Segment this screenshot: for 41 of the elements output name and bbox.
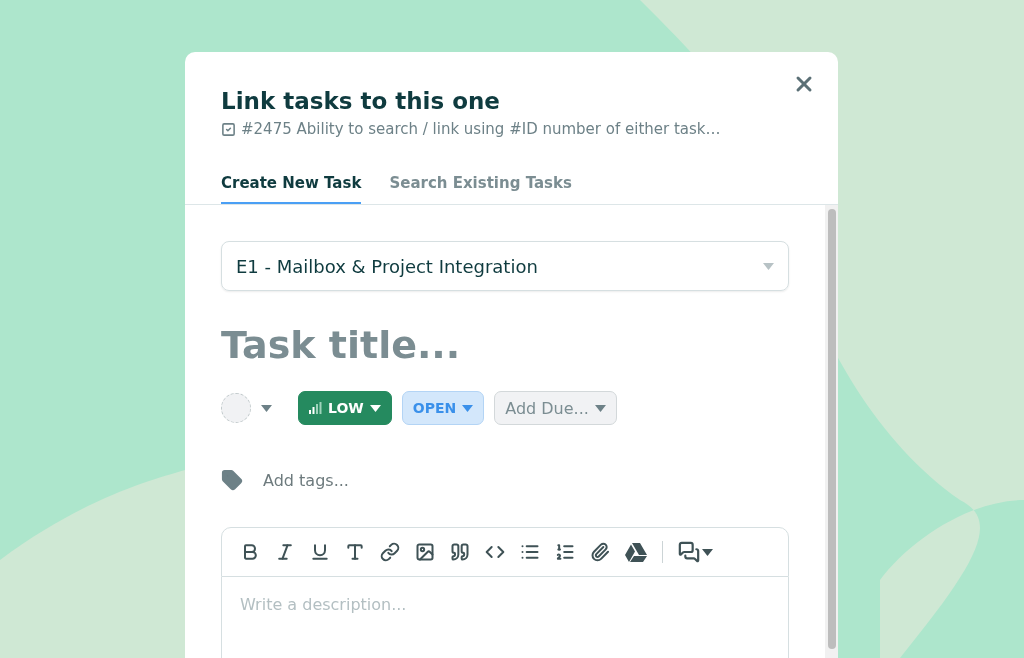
triangle-logo-icon [625, 542, 647, 562]
quote-icon [450, 542, 470, 562]
text-size-button[interactable] [345, 542, 365, 562]
caret-icon [462, 404, 474, 412]
underline-icon [310, 542, 330, 562]
comments-button[interactable] [678, 541, 713, 563]
caret-icon [763, 262, 774, 270]
numbered-list-icon [555, 542, 575, 562]
link-icon [380, 542, 400, 562]
image-button[interactable] [415, 542, 435, 562]
link-button[interactable] [380, 542, 400, 562]
caret-icon [594, 404, 606, 412]
bulleted-list-icon [520, 542, 540, 562]
checkbox-icon [221, 121, 236, 137]
dialog-subtitle: #2475 Ability to search / link using #ID number of either task… [241, 120, 721, 138]
description-field[interactable]: Write a description... [221, 577, 789, 658]
numbered-list-button[interactable] [555, 542, 575, 562]
text-size-icon [345, 542, 365, 562]
italic-button[interactable] [275, 542, 295, 562]
image-icon [415, 542, 435, 562]
due-pill[interactable]: Add Due... [494, 391, 617, 425]
status-pill[interactable]: OPEN [401, 391, 485, 425]
signal-bars-icon [309, 402, 322, 414]
tab[interactable]: Search Existing Tasks [389, 174, 572, 204]
scrollbar[interactable] [825, 205, 838, 658]
underline-button[interactable] [310, 542, 330, 562]
caret-icon [702, 548, 713, 556]
caret-icon [369, 404, 381, 412]
tab[interactable]: Create New Task [221, 174, 362, 204]
speech-bubbles-icon [678, 541, 700, 563]
tag-icon [221, 469, 243, 491]
caret-icon [261, 404, 272, 412]
bulleted-list-button[interactable] [520, 542, 540, 562]
project-select[interactable]: E1 - Mailbox & Project Integration [221, 241, 789, 291]
dialog-title: Link tasks to this one [221, 88, 501, 114]
priority-pill[interactable]: LOW [298, 391, 392, 425]
paperclip-icon [590, 542, 610, 562]
quote-button[interactable] [450, 542, 470, 562]
italic-icon [275, 542, 295, 562]
paperclip-button[interactable] [590, 542, 610, 562]
drive-button[interactable] [625, 542, 647, 562]
